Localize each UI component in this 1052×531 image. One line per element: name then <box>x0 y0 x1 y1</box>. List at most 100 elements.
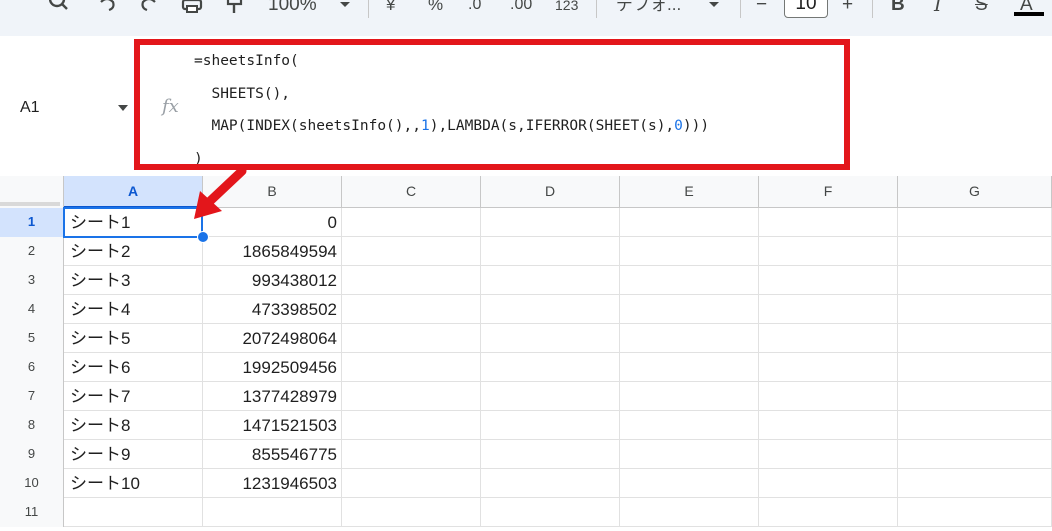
select-all-corner[interactable] <box>0 176 64 208</box>
cell-b[interactable]: 1377428979 <box>203 382 342 411</box>
cell-empty[interactable] <box>759 411 898 440</box>
cell-b[interactable]: 1231946503 <box>203 469 342 498</box>
cell-empty[interactable] <box>759 382 898 411</box>
cell-empty[interactable] <box>481 411 620 440</box>
cell-empty[interactable] <box>759 440 898 469</box>
cell-empty[interactable] <box>481 498 620 527</box>
cell-empty[interactable] <box>759 469 898 498</box>
row-header[interactable]: 3 <box>0 266 64 295</box>
column-header-e[interactable]: E <box>620 176 759 208</box>
cell-b[interactable]: 473398502 <box>203 295 342 324</box>
currency-format-button[interactable]: ¥ <box>386 0 395 17</box>
name-box-chevron-down-icon[interactable] <box>118 105 128 111</box>
paint-format-icon[interactable] <box>224 0 246 14</box>
cell-a[interactable]: シート6 <box>64 353 203 382</box>
row-header[interactable]: 6 <box>0 353 64 382</box>
cell-empty[interactable] <box>620 469 759 498</box>
cell-empty[interactable] <box>342 353 481 382</box>
row-header[interactable]: 11 <box>0 498 64 527</box>
font-size-input[interactable]: 10 <box>784 0 828 18</box>
cell-empty[interactable] <box>620 382 759 411</box>
cell-empty[interactable] <box>620 440 759 469</box>
cell-empty[interactable] <box>620 266 759 295</box>
cell-empty[interactable] <box>481 295 620 324</box>
cell-empty[interactable] <box>898 208 1052 237</box>
cell-a[interactable]: シート3 <box>64 266 203 295</box>
font-select[interactable]: デフォ... <box>616 0 681 17</box>
cell-empty[interactable] <box>620 324 759 353</box>
zoom-select[interactable]: 100% <box>268 0 317 17</box>
cell-empty[interactable] <box>898 237 1052 266</box>
cell-a[interactable]: シート10 <box>64 469 203 498</box>
cell-empty[interactable] <box>481 440 620 469</box>
cell-empty[interactable] <box>342 295 481 324</box>
cell-b[interactable]: 1865849594 <box>203 237 342 266</box>
row-header[interactable]: 10 <box>0 469 64 498</box>
decrease-decimal-button[interactable]: .0 <box>468 0 481 17</box>
cell-empty[interactable] <box>898 353 1052 382</box>
increase-decimal-button[interactable]: .00 <box>510 0 532 17</box>
column-header-g[interactable]: G <box>898 176 1052 208</box>
zoom-chevron-down-icon[interactable] <box>338 0 352 14</box>
cell-empty[interactable] <box>620 353 759 382</box>
cell-a[interactable]: シート9 <box>64 440 203 469</box>
search-icon[interactable] <box>48 0 70 14</box>
name-box[interactable]: A1 <box>20 99 40 117</box>
cell-a[interactable]: シート7 <box>64 382 203 411</box>
cell-empty[interactable] <box>481 208 620 237</box>
cell-empty[interactable] <box>898 266 1052 295</box>
cell-empty[interactable] <box>342 324 481 353</box>
row-header[interactable]: 8 <box>0 411 64 440</box>
row-header[interactable]: 2 <box>0 237 64 266</box>
cell-empty[interactable] <box>481 469 620 498</box>
cell-empty[interactable] <box>620 208 759 237</box>
column-header-f[interactable]: F <box>759 176 898 208</box>
cell-empty[interactable] <box>898 440 1052 469</box>
cell-empty[interactable] <box>481 324 620 353</box>
row-header[interactable]: 7 <box>0 382 64 411</box>
cell-empty[interactable] <box>620 295 759 324</box>
cell-empty[interactable] <box>342 440 481 469</box>
cell-empty[interactable] <box>342 411 481 440</box>
cell-b[interactable]: 1471521503 <box>203 411 342 440</box>
cell-empty[interactable] <box>898 382 1052 411</box>
cell-empty[interactable] <box>342 266 481 295</box>
cell-empty[interactable] <box>898 411 1052 440</box>
column-header-a[interactable]: A <box>64 176 203 208</box>
percent-format-button[interactable]: % <box>428 0 443 17</box>
undo-icon[interactable] <box>96 0 118 14</box>
cell-empty[interactable] <box>759 324 898 353</box>
cell-empty[interactable] <box>481 266 620 295</box>
number-format-button[interactable]: 123 <box>555 0 578 17</box>
cell-empty[interactable] <box>620 498 759 527</box>
print-icon[interactable] <box>180 0 204 14</box>
cell-empty[interactable] <box>759 237 898 266</box>
redo-icon[interactable] <box>138 0 160 14</box>
cell-empty[interactable] <box>759 498 898 527</box>
cell-empty[interactable] <box>342 382 481 411</box>
cell-empty[interactable] <box>898 295 1052 324</box>
bold-button[interactable]: B <box>891 0 905 17</box>
cell-a[interactable]: シート5 <box>64 324 203 353</box>
fill-handle[interactable] <box>197 231 209 243</box>
cell-b[interactable] <box>203 498 342 527</box>
increase-font-size-button[interactable]: + <box>842 0 853 17</box>
decrease-font-size-button[interactable]: − <box>756 0 767 17</box>
column-header-d[interactable]: D <box>481 176 620 208</box>
column-header-c[interactable]: C <box>342 176 481 208</box>
cell-empty[interactable] <box>759 295 898 324</box>
cell-empty[interactable] <box>342 498 481 527</box>
cell-empty[interactable] <box>759 208 898 237</box>
cell-empty[interactable] <box>342 469 481 498</box>
cell-b[interactable]: 993438012 <box>203 266 342 295</box>
cell-a[interactable]: シート4 <box>64 295 203 324</box>
cell-empty[interactable] <box>342 208 481 237</box>
cell-b[interactable]: 855546775 <box>203 440 342 469</box>
cell-empty[interactable] <box>620 237 759 266</box>
cell-empty[interactable] <box>898 498 1052 527</box>
cell-empty[interactable] <box>481 353 620 382</box>
row-header[interactable]: 5 <box>0 324 64 353</box>
row-header[interactable]: 1 <box>0 208 64 237</box>
italic-button[interactable]: I <box>934 0 942 17</box>
cell-empty[interactable] <box>481 382 620 411</box>
